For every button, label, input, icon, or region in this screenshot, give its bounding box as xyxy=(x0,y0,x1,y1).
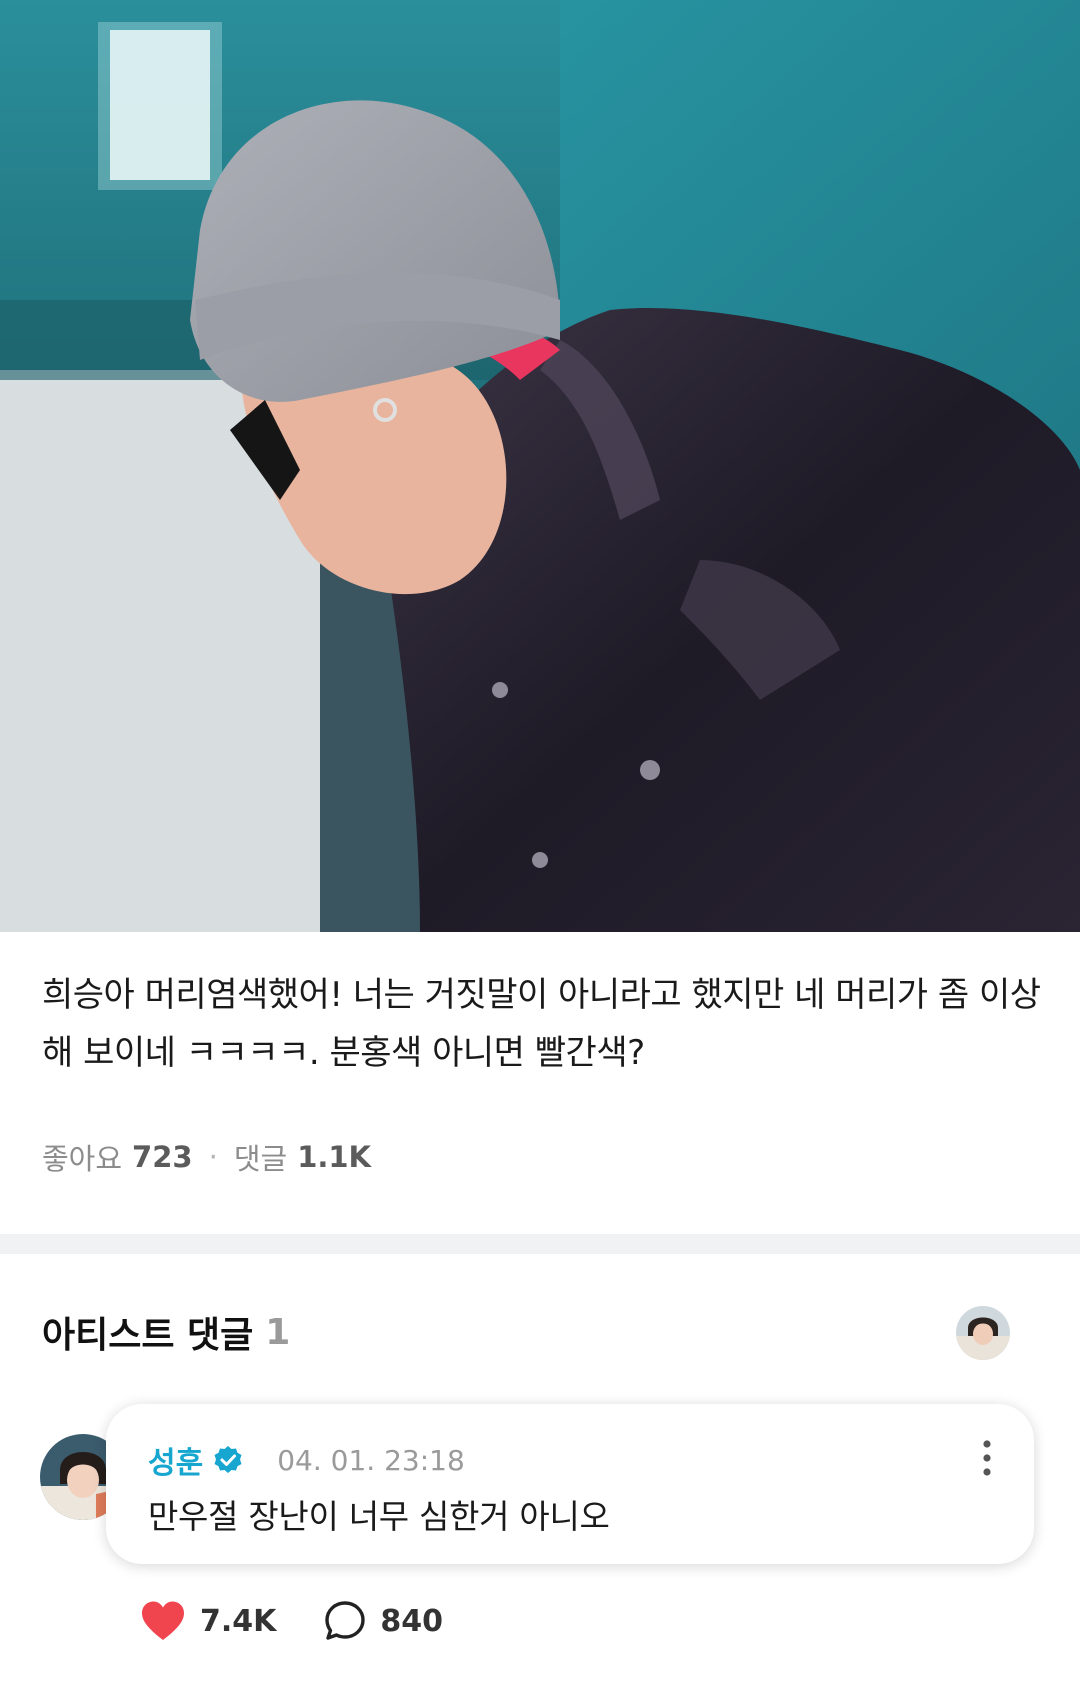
post-photo[interactable] xyxy=(0,0,1080,932)
separator-dot: · xyxy=(208,1140,218,1174)
comment-actions: 7.4K 840 xyxy=(140,1600,443,1642)
section-divider xyxy=(0,1234,1080,1254)
heart-icon xyxy=(142,1601,184,1640)
artist-comments-title: 아티스트 댓글 xyxy=(42,1315,254,1356)
comment-header: 성훈 04. 01. 23:18 xyxy=(148,1438,465,1482)
comment-timestamp: 04. 01. 23:18 xyxy=(277,1443,465,1477)
like-count: 7.4K xyxy=(200,1603,277,1639)
likes-count: 723 xyxy=(132,1140,193,1174)
reply-count: 840 xyxy=(380,1603,444,1639)
post-text: 희승아 머리염색했어! 너는 거짓말이 아니라고 했지만 네 머리가 좀 이상해… xyxy=(42,975,1041,1073)
comments-count[interactable]: 1.1K xyxy=(297,1140,371,1174)
post-photo-illustration xyxy=(0,0,1080,932)
artist-avatar-small[interactable] xyxy=(956,1306,1010,1360)
comment-bubble-icon xyxy=(325,1601,366,1640)
comment-author-name[interactable]: 성훈 xyxy=(148,1438,203,1482)
more-vertical-icon[interactable] xyxy=(980,1438,994,1478)
comment-text: 만우절 장난이 너무 심한거 아니오 xyxy=(148,1497,610,1536)
verified-badge-icon xyxy=(214,1446,242,1473)
likes-label: 좋아요 xyxy=(42,1142,123,1176)
comments-label[interactable]: 댓글 xyxy=(234,1136,287,1178)
reply-button[interactable]: 840 xyxy=(324,1600,443,1642)
artist-comment-card[interactable]: 성훈 04. 01. 23:18 만우절 장난이 너무 심한거 아니오 xyxy=(106,1404,1034,1564)
like-button[interactable]: 7.4K xyxy=(140,1600,276,1642)
post-stats: 좋아요 723 · 댓글 1.1K xyxy=(42,1136,371,1178)
artist-comments-count: 1 xyxy=(265,1311,291,1353)
avatar-image xyxy=(956,1306,1010,1360)
artist-comments-header: 아티스트 댓글 1 xyxy=(42,1306,290,1358)
